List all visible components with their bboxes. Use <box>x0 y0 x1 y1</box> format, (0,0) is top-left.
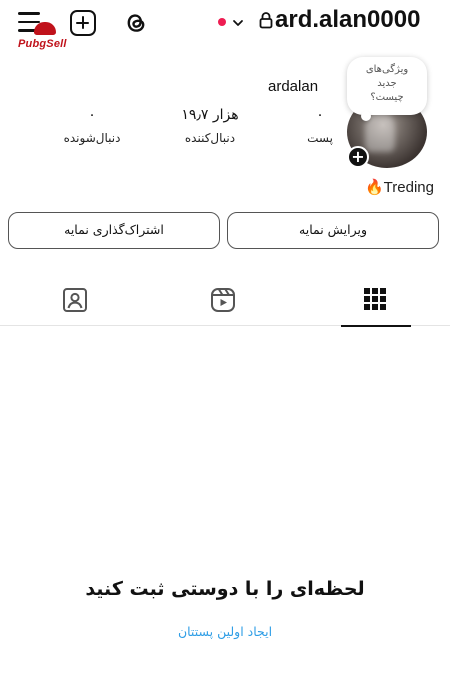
note-line: جدید <box>377 78 397 89</box>
username-switcher[interactable]: ard.alan0000 <box>275 6 420 34</box>
posts-label: پست <box>307 131 333 145</box>
active-tab-indicator <box>341 324 411 327</box>
grid-icon <box>364 288 386 310</box>
empty-state-title: لحظه‌ای را با دوستی ثبت کنید <box>85 578 365 600</box>
display-name: ardalan <box>268 78 319 95</box>
tab-reels[interactable] <box>148 280 298 326</box>
stat-posts[interactable]: ۰ پست <box>292 107 348 145</box>
reels-icon <box>211 288 235 312</box>
tab-tagged[interactable] <box>0 280 150 326</box>
note-line: ویژگی‌های <box>365 64 409 75</box>
threads-icon[interactable] <box>122 9 150 37</box>
category-label: 🔥Treding <box>365 179 434 196</box>
following-count: ۰ <box>88 107 96 123</box>
following-label: دنبال‌شونده <box>63 131 121 145</box>
profile-tabs <box>0 280 450 327</box>
tab-grid[interactable] <box>300 280 450 327</box>
edit-profile-button[interactable]: ویرایش نمایه <box>227 212 439 249</box>
top-bar: PubgSell ard.alan0000 <box>0 0 450 50</box>
lock-icon <box>259 11 273 29</box>
share-profile-button[interactable]: اشتراک‌گذاری نمایه <box>8 212 220 249</box>
note-line: چیست؟ <box>370 92 404 103</box>
notification-dot <box>218 18 226 26</box>
followers-label: دنبال‌کننده <box>184 131 236 145</box>
brand-watermark: PubgSell <box>18 38 67 50</box>
stat-followers[interactable]: ۱۹٫۷ هزار دنبال‌کننده <box>172 107 248 145</box>
posts-count: ۰ <box>316 107 324 123</box>
stat-following[interactable]: ۰ دنبال‌شونده <box>52 107 132 145</box>
note-bubble[interactable]: ویژگی‌های جدید چیست؟ <box>347 57 427 121</box>
add-story-button[interactable]: + <box>347 146 369 168</box>
pubgsell-logo: PubgSell <box>18 22 78 50</box>
create-first-post-link[interactable]: ایجاد اولین پستتان <box>0 624 450 639</box>
tagged-icon <box>63 288 87 312</box>
chevron-down-icon[interactable] <box>232 14 244 26</box>
followers-count: ۱۹٫۷ هزار <box>181 107 239 123</box>
